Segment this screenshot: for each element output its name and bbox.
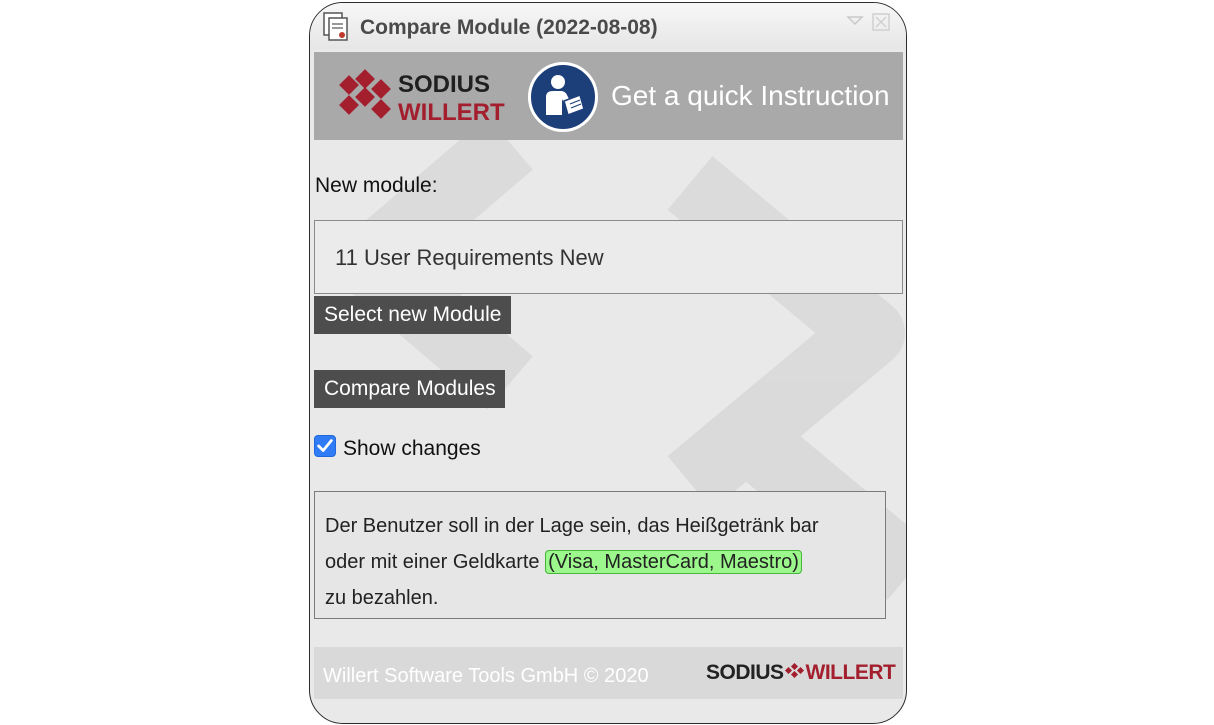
minimize-icon[interactable] [846, 16, 864, 26]
window-title: Compare Module (2022-08-08) [360, 16, 658, 39]
title-bar: Compare Module (2022-08-08) [310, 3, 906, 49]
diff-line-1: Der Benutzer soll in der Lage sein, das … [325, 515, 819, 537]
svg-text:WILLERT: WILLERT [398, 99, 505, 126]
footer-logo: SODIUS WILLERT [706, 661, 896, 685]
window-controls [846, 13, 890, 31]
copyright-text: Willert Software Tools GmbH © 2020 [323, 665, 649, 687]
sodius-willert-logo: SODIUS WILLERT [339, 69, 505, 126]
compare-modules-button[interactable]: Compare Modules [314, 370, 505, 408]
new-module-label: New module: [315, 174, 438, 197]
changes-preview: Der Benutzer soll in der Lage sein, das … [314, 491, 886, 619]
close-icon[interactable] [872, 13, 890, 31]
select-new-module-button[interactable]: Select new Module [314, 296, 511, 334]
show-changes-label: Show changes [343, 437, 481, 460]
diff-highlight: (Visa, MasterCard, Maestro) [545, 550, 802, 574]
diff-line-3: zu bezahlen. [325, 587, 439, 609]
instruction-link[interactable]: Get a quick Instruction [611, 80, 890, 112]
new-module-field[interactable]: 11 User Requirements New [314, 220, 903, 294]
logo-mark-icon [784, 662, 804, 679]
read-instruction-icon[interactable] [528, 62, 598, 132]
header-banner: SODIUS WILLERT Get a quick Instruction [314, 52, 903, 140]
footer-logo-sodius: SODIUS [706, 661, 784, 684]
svg-text:SODIUS: SODIUS [398, 71, 490, 98]
compare-module-window: Compare Module (2022-08-08) SODIUS WILLE… [309, 2, 907, 724]
checkbox-checked-icon[interactable] [314, 435, 336, 457]
footer-logo-willert: WILLERT [805, 661, 896, 684]
document-app-icon [323, 12, 348, 41]
footer: Willert Software Tools GmbH © 2020 SODIU… [314, 647, 903, 699]
diff-line-2: oder mit einer Geldkarte [325, 551, 546, 573]
